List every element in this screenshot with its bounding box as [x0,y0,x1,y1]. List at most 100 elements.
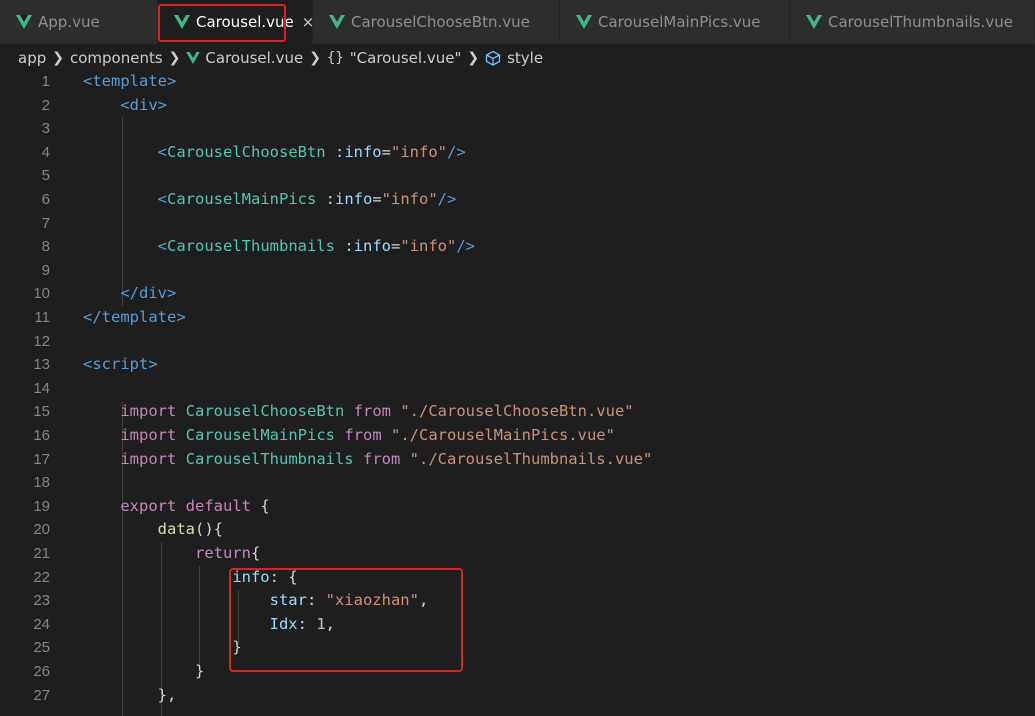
braces-icon: {} [326,50,344,66]
code-line[interactable]: 13 <script> [0,353,1035,377]
code-line[interactable]: 9 [0,259,1035,283]
tab-carouselchoosebtn-vue[interactable]: CarouselChooseBtn.vue [313,0,560,44]
code-token: data [157,520,195,539]
tab-highlight-box [158,4,286,42]
code-token: /> [447,142,466,161]
line-number: 6 [41,191,50,208]
code-text: import CarouselThumbnails from "./Carous… [83,448,652,472]
code-token: "info" [400,237,457,256]
code-token: <div> [120,95,167,114]
vue-file-icon [329,15,345,29]
code-line[interactable]: 15 import CarouselChooseBtn from "./Caro… [0,400,1035,424]
line-number: 8 [41,238,50,256]
code-line[interactable]: 18 [0,471,1035,495]
code-line[interactable]: 24 Idx: 1, [0,613,1035,637]
code-line[interactable]: 11 </template> [0,306,1035,330]
code-text: <template> [83,70,176,94]
code-line[interactable]: 2 <div> [0,94,1035,118]
code-line[interactable]: 26 } [0,660,1035,684]
code-text: </template> [83,306,186,330]
line-number: 25 [33,639,50,657]
code-line[interactable]: 14 [0,377,1035,401]
code-token: export [120,496,177,515]
line-number: 14 [33,379,50,397]
code-line[interactable]: 10 </div> [0,282,1035,306]
code-token: CarouselChooseBtn [167,142,326,161]
code-token: CarouselMainPics [185,426,335,444]
line-number: 11 [34,309,50,326]
code-line[interactable]: 16 import CarouselMainPics from "./Carou… [0,424,1035,448]
breadcrumb-file[interactable]: Carousel.vue [205,49,303,67]
code-line[interactable]: 4 <CarouselChooseBtn :info="info"/> [0,141,1035,165]
tab-carouselmainpics-vue[interactable]: CarouselMainPics.vue [560,0,790,44]
line-number: 2 [41,96,50,114]
code-token: "./CarouselThumbnails.vue" [409,449,653,468]
chevron-right-icon: ❯ [309,50,321,66]
code-text: <div> [83,94,167,118]
code-token: = [372,190,382,208]
line-number: 20 [33,521,50,539]
code-text: <CarouselChooseBtn :info="info"/> [83,141,466,165]
code-line[interactable]: 6 <CarouselMainPics :info="info"/> [0,188,1035,212]
tab-carouselthumbnails-vue[interactable]: CarouselThumbnails.vue [790,0,1035,44]
code-line[interactable]: 21 return{ [0,542,1035,566]
code-token: from [344,426,382,444]
code-token: <script> [83,355,158,374]
code-token: /> [456,237,476,256]
vue-file-icon [186,52,201,64]
tab-label: CarouselChooseBtn.vue [351,13,530,31]
code-line[interactable]: 1 <template> [0,70,1035,94]
code-text: <CarouselThumbnails :info="info"/> [83,235,475,259]
code-line[interactable]: 22 info: { [0,566,1035,590]
code-token: "info" [391,142,447,161]
tab-bar: App.vue Carousel.vue × CarouselChooseBtn… [0,0,1035,44]
code-line[interactable]: 12 [0,330,1035,354]
breadcrumb-symbol[interactable]: style [507,49,543,67]
code-line[interactable]: 27 }, [0,684,1035,708]
tab-app-vue[interactable]: App.vue [0,0,158,44]
code-line[interactable]: 8 <CarouselThumbnails :info="info"/> [0,235,1035,259]
code-token: "./CarouselChooseBtn.vue" [400,402,634,421]
code-line[interactable]: 3 [0,117,1035,141]
line-number: 9 [41,261,50,279]
vue-file-icon [576,15,592,29]
code-token: /> [437,190,457,208]
code-token: <template> [83,72,177,90]
line-number: 13 [33,356,50,374]
code-token: from [363,449,401,468]
line-number: 5 [41,167,50,185]
cube-icon [485,50,501,66]
code-line[interactable]: 25 } [0,636,1035,660]
code-token: :info [344,237,391,256]
code-line[interactable]: 23 star: "xiaozhan", [0,589,1035,613]
breadcrumb-section[interactable]: "Carousel.vue" [350,49,462,67]
code-line[interactable]: 5 [0,164,1035,188]
chevron-right-icon: ❯ [52,50,64,66]
code-token: CarouselMainPics [167,190,317,208]
breadcrumb-folder-app[interactable]: app [18,49,46,67]
breadcrumb-folder-components[interactable]: components [70,49,163,67]
code-editor[interactable]: 1 <template> 2 <div> 3 4 <CarouselChooseBtn … [0,70,1035,716]
code-line[interactable]: 7 [0,212,1035,236]
code-line[interactable]: 17 import CarouselThumbnails from "./Car… [0,448,1035,472]
code-line[interactable]: 19 export default { [0,495,1035,519]
line-number: 22 [33,568,50,586]
code-token: :info [325,190,373,208]
code-text: } [83,660,204,684]
code-token: CarouselThumbnails [185,449,354,468]
breadcrumb: app ❯ components ❯ Carousel.vue ❯ {} "Ca… [0,44,1035,72]
code-token: import [120,402,177,421]
code-line[interactable]: 20 data(){ [0,518,1035,542]
